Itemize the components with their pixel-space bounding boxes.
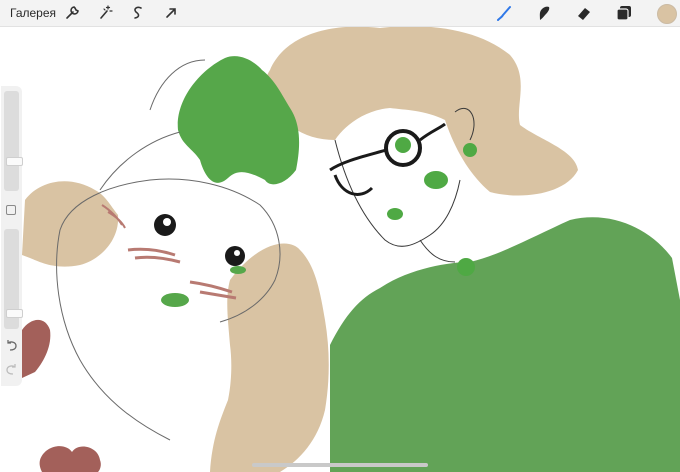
smudge-icon[interactable] bbox=[534, 3, 554, 23]
eraser-icon[interactable] bbox=[574, 3, 594, 23]
green-earring bbox=[463, 143, 477, 157]
top-toolbar: Галерея bbox=[0, 0, 680, 27]
green-shirt-shape bbox=[330, 217, 680, 472]
drawing-canvas[interactable] bbox=[0, 0, 680, 472]
left-eye-2-shine bbox=[234, 250, 240, 256]
left-green-lip bbox=[161, 293, 189, 307]
home-indicator[interactable] bbox=[252, 463, 428, 467]
left-eye-1-shine bbox=[163, 218, 171, 226]
left-sidebar bbox=[1, 86, 23, 386]
gallery-button[interactable]: Галерея bbox=[10, 6, 56, 20]
tan-hair-shape bbox=[265, 26, 578, 196]
opacity-thumb[interactable] bbox=[6, 309, 23, 318]
brush-size-slider[interactable] bbox=[4, 91, 23, 191]
green-neck-mark bbox=[457, 258, 475, 276]
undo-icon[interactable] bbox=[4, 338, 19, 353]
left-tan-hair bbox=[22, 181, 119, 267]
left-tan-cape bbox=[210, 243, 329, 472]
arrow-transform-icon[interactable] bbox=[161, 3, 181, 23]
green-lip bbox=[387, 208, 403, 220]
wrench-icon[interactable] bbox=[62, 3, 82, 23]
left-eye-2 bbox=[225, 246, 245, 266]
layers-icon[interactable] bbox=[614, 3, 634, 23]
color-swatch[interactable] bbox=[657, 4, 677, 24]
green-cheek bbox=[424, 171, 448, 189]
selection-icon[interactable] bbox=[128, 3, 148, 23]
green-eye bbox=[395, 137, 411, 153]
modify-square-icon[interactable] bbox=[6, 205, 16, 215]
mauve-sleeve bbox=[22, 319, 51, 378]
mauve-heart bbox=[39, 446, 101, 472]
opacity-slider[interactable] bbox=[4, 229, 23, 329]
right-neck-outline bbox=[419, 239, 456, 263]
magic-wand-icon[interactable] bbox=[95, 3, 115, 23]
redo-icon[interactable] bbox=[4, 362, 19, 377]
blush-strokes bbox=[127, 247, 237, 300]
brush-icon[interactable] bbox=[494, 3, 514, 23]
brush-size-thumb[interactable] bbox=[6, 157, 23, 166]
green-eye-mark bbox=[230, 266, 246, 274]
